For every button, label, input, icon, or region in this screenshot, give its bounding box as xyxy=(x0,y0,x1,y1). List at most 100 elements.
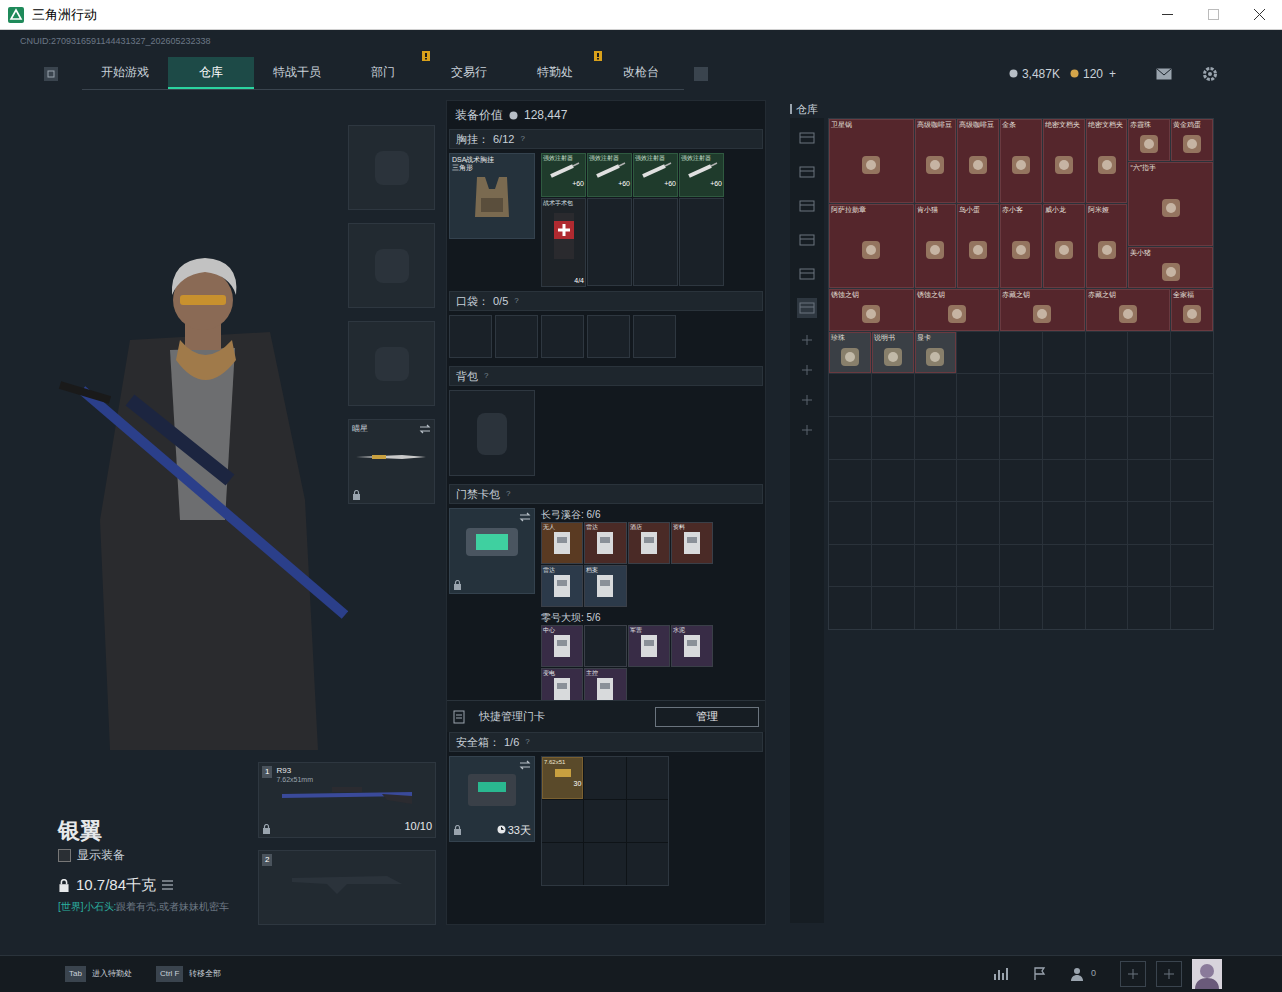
warehouse-cell[interactable] xyxy=(957,545,999,587)
warehouse-item[interactable]: 赤小客 xyxy=(1000,204,1042,288)
keycard-item[interactable] xyxy=(584,625,626,667)
warehouse-cell[interactable] xyxy=(829,502,871,544)
warehouse-cell[interactable] xyxy=(915,374,957,416)
minimize-button[interactable] xyxy=(1144,0,1190,29)
warehouse-cell[interactable] xyxy=(1171,502,1213,544)
safebox-cell[interactable] xyxy=(627,757,668,799)
warehouse-item[interactable]: 赤霞珠 xyxy=(1128,119,1170,161)
warehouse-item[interactable]: 全家福 xyxy=(1171,289,1213,331)
warehouse-cell[interactable] xyxy=(872,460,914,502)
warehouse-cell[interactable] xyxy=(1000,374,1042,416)
mail-button[interactable] xyxy=(1156,68,1172,80)
avatar[interactable] xyxy=(1192,959,1222,989)
safebox-cell[interactable] xyxy=(627,843,668,885)
next-tab-button[interactable] xyxy=(694,67,708,81)
add-currency-button[interactable]: + xyxy=(1109,65,1116,83)
warehouse-cell[interactable] xyxy=(1171,545,1213,587)
stats-button[interactable] xyxy=(993,967,1009,981)
secondary-weapon-slot[interactable]: 2 xyxy=(258,850,436,925)
warehouse-cell[interactable] xyxy=(1043,332,1085,374)
warehouse-cell[interactable] xyxy=(1000,417,1042,459)
warehouse-cell[interactable] xyxy=(915,502,957,544)
sidebar-tool[interactable] xyxy=(799,332,815,348)
warehouse-cell[interactable] xyxy=(872,502,914,544)
warehouse-cell[interactable] xyxy=(1086,332,1128,374)
sidebar-tool[interactable] xyxy=(799,362,815,378)
keycard-item[interactable]: 雷达 xyxy=(584,522,626,564)
warehouse-item[interactable]: 赤藏之钥 xyxy=(1086,289,1171,331)
warehouse-cell[interactable] xyxy=(957,417,999,459)
list-icon[interactable] xyxy=(162,880,173,890)
warehouse-cell[interactable] xyxy=(1171,460,1213,502)
keycard-item[interactable]: 军营 xyxy=(628,625,670,667)
warehouse-cell[interactable] xyxy=(1128,545,1170,587)
keycard-item[interactable]: 水泥 xyxy=(671,625,713,667)
armor-slot[interactable] xyxy=(348,223,435,308)
invite-slot[interactable] xyxy=(1156,961,1182,987)
warehouse-tab[interactable] xyxy=(797,162,817,182)
warehouse-item[interactable]: 金条 xyxy=(1000,119,1042,203)
melee-slot[interactable]: 瞄星 xyxy=(348,419,435,504)
warehouse-tab[interactable] xyxy=(797,128,817,148)
safebox-tile[interactable]: 33天 xyxy=(449,756,535,842)
warehouse-cell[interactable] xyxy=(1000,587,1042,629)
warehouse-cell[interactable] xyxy=(872,587,914,629)
prev-tab-button[interactable] xyxy=(44,67,58,81)
safebox-cell[interactable] xyxy=(584,800,625,842)
warehouse-item[interactable]: 黄金鸡蛋 xyxy=(1171,119,1213,161)
injector-item[interactable]: 强效注射器+60 xyxy=(633,153,678,197)
warehouse-cell[interactable] xyxy=(1128,417,1170,459)
primary-weapon-slot[interactable]: 1R937.62x51mm10/10 xyxy=(258,762,436,838)
injector-item[interactable]: 强效注射器+60 xyxy=(541,153,586,197)
warehouse-cell[interactable] xyxy=(957,460,999,502)
warehouse-cell[interactable] xyxy=(1043,460,1085,502)
warehouse-item[interactable]: 卫星锅 xyxy=(829,119,914,203)
warehouse-cell[interactable] xyxy=(957,502,999,544)
warehouse-item[interactable]: 威小龙 xyxy=(1043,204,1085,288)
warehouse-cell[interactable] xyxy=(829,417,871,459)
warehouse-cell[interactable] xyxy=(872,374,914,416)
warehouse-item[interactable]: 阿萨拉勋章 xyxy=(829,204,914,288)
safebox-cell[interactable] xyxy=(627,800,668,842)
warehouse-item[interactable]: 绝密文档夹 xyxy=(1043,119,1085,203)
keycard-item[interactable]: 雷达 xyxy=(541,565,583,607)
warehouse-cell[interactable] xyxy=(1043,545,1085,587)
warehouse-cell[interactable] xyxy=(829,374,871,416)
warehouse-cell[interactable] xyxy=(1171,332,1213,374)
warehouse-cell[interactable] xyxy=(1086,374,1128,416)
nav-tab[interactable]: 部门 xyxy=(340,57,426,89)
warehouse-cell[interactable] xyxy=(1043,417,1085,459)
keycard-item[interactable]: 档案 xyxy=(584,565,626,607)
keycard-item[interactable]: 资料 xyxy=(671,522,713,564)
warehouse-item[interactable]: 高级咖啡豆 xyxy=(915,119,957,203)
pocket-cell[interactable] xyxy=(541,315,584,358)
keycard-bag-tile[interactable] xyxy=(449,508,535,594)
warehouse-item[interactable]: 美小猪 xyxy=(1128,247,1213,289)
empty-cell[interactable] xyxy=(587,198,632,286)
medkit-item[interactable]: 战术手术包4/4 xyxy=(541,198,586,287)
help-button[interactable]: ? xyxy=(514,295,518,307)
keycard-item[interactable]: 无人 xyxy=(541,522,583,564)
hotkey-hint[interactable]: Tab进入特勤处 xyxy=(65,966,132,982)
warehouse-item[interactable]: 锈蚀之钥 xyxy=(829,289,914,331)
warehouse-tab[interactable] xyxy=(797,298,817,318)
backpack-slot[interactable] xyxy=(449,390,535,476)
warehouse-cell[interactable] xyxy=(872,417,914,459)
swap-icon[interactable] xyxy=(519,512,531,522)
nav-tab[interactable]: 特勤处 xyxy=(512,57,598,89)
warehouse-item[interactable]: 说明书 xyxy=(872,332,914,374)
warehouse-cell[interactable] xyxy=(915,460,957,502)
nav-tab[interactable]: 特战干员 xyxy=(254,57,340,89)
warehouse-cell[interactable] xyxy=(1000,545,1042,587)
keycard-item[interactable]: 酒店 xyxy=(628,522,670,564)
nav-tab[interactable]: 开始游戏 xyxy=(82,57,168,89)
keycard-item[interactable]: 变电 xyxy=(541,668,583,700)
safebox-cell[interactable] xyxy=(542,843,583,885)
keycard-item[interactable]: 中心 xyxy=(541,625,583,667)
safebox-cell[interactable] xyxy=(542,800,583,842)
warehouse-cell[interactable] xyxy=(1000,460,1042,502)
warehouse-item[interactable]: 赤藏之钥 xyxy=(1000,289,1085,331)
warehouse-cell[interactable] xyxy=(1000,332,1042,374)
warehouse-item[interactable]: 锈蚀之钥 xyxy=(915,289,1000,331)
warehouse-item[interactable]: 显卡 xyxy=(915,332,957,374)
